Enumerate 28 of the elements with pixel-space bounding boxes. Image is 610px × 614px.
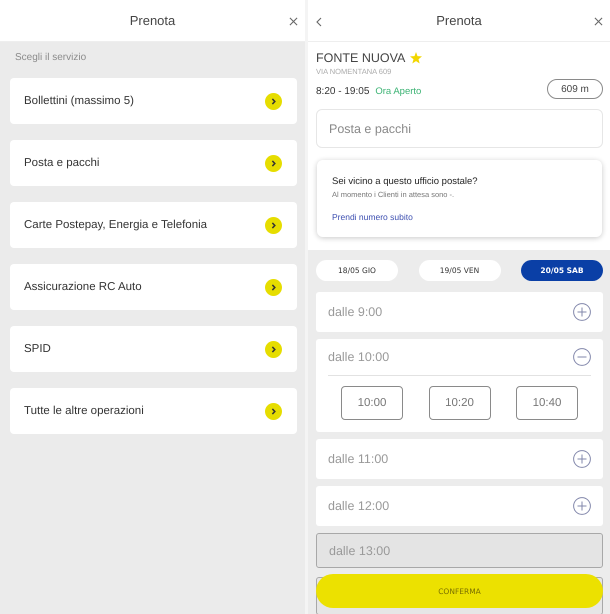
close-icon[interactable] [289, 17, 298, 26]
time-option[interactable]: 10:20 [428, 386, 490, 420]
chevron-icon [265, 402, 282, 420]
service-item[interactable]: Posta e pacchi [10, 140, 297, 186]
time-option[interactable]: 10:00 [341, 386, 403, 420]
open-status: Ora Aperto [375, 86, 422, 97]
office-name: FONTE NUOVA [316, 51, 406, 65]
screen-title: Prenota [130, 13, 176, 28]
service-field[interactable]: Posta e pacchi [316, 109, 603, 148]
time-option[interactable]: 10:40 [516, 386, 578, 420]
service-item[interactable]: Tutte le altre operazioni [10, 388, 297, 434]
notice-title: Sei vicino a questo ufficio postale? [332, 176, 478, 187]
chevron-icon [265, 278, 282, 296]
screen-title: Prenota [436, 13, 482, 28]
close-icon[interactable] [594, 17, 603, 26]
chevron-icon [265, 92, 282, 110]
back-icon[interactable] [316, 17, 322, 27]
take-number-link[interactable]: Prendi numero subito [332, 212, 413, 222]
chevron-icon [265, 154, 282, 172]
service-item[interactable]: Bollettini (massimo 5) [10, 78, 297, 124]
chevron-icon [265, 216, 282, 234]
chevron-icon [265, 340, 282, 358]
section-label: Scegli il servizio [15, 52, 88, 63]
service-item[interactable]: Carte Postepay, Energia e Telefonia [10, 202, 297, 248]
service-item[interactable]: Assicurazione RC Auto [10, 264, 297, 310]
opening-hours: 8:20 - 19:05 [316, 86, 370, 97]
service-item[interactable]: SPID [10, 326, 297, 372]
distance-badge: 609 m [547, 79, 603, 99]
